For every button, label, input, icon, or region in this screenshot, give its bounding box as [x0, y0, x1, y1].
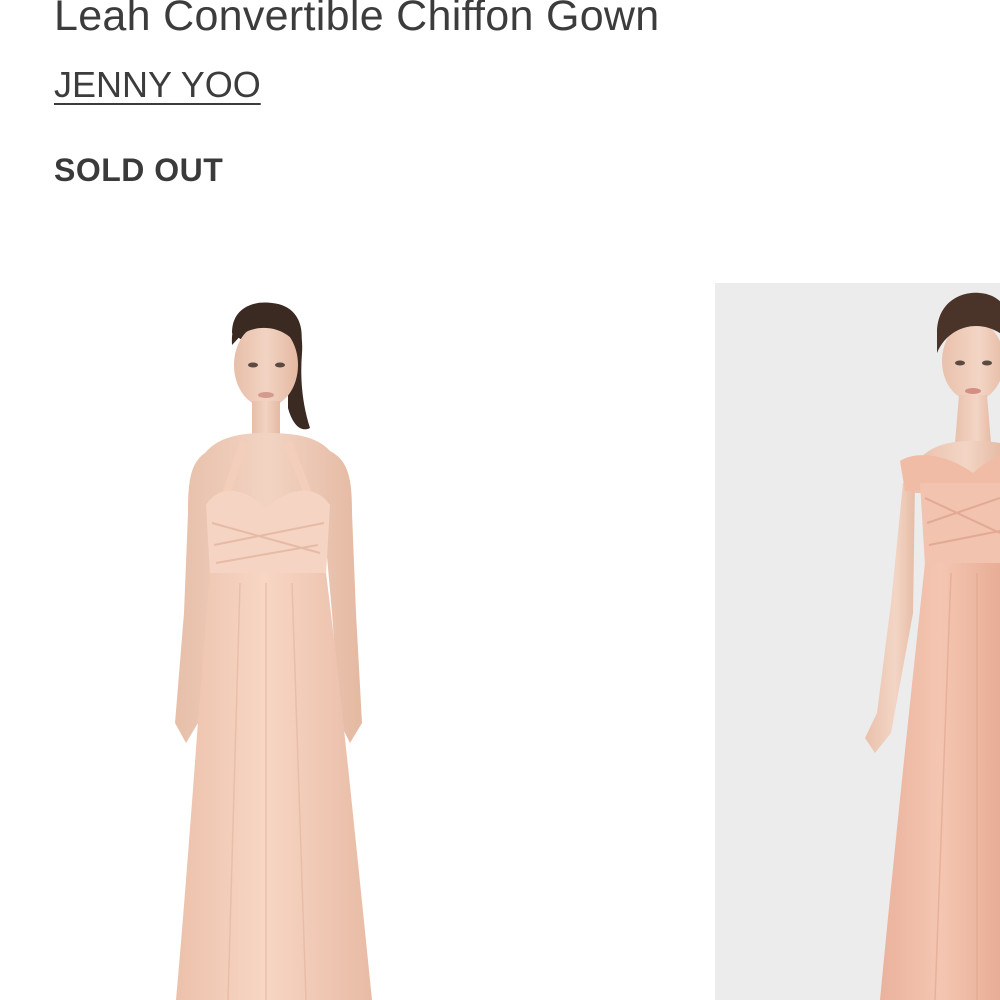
model-off-shoulder-gown-image: [865, 292, 1000, 1000]
brand-link[interactable]: JENNY YOO: [54, 63, 261, 107]
product-image-gallery: [0, 283, 1000, 1000]
product-title: Leah Convertible Chiffon Gown: [54, 0, 660, 40]
model-halter-gown-image: [175, 302, 372, 1000]
product-image-1[interactable]: [0, 283, 546, 1000]
sold-out-label: SOLD OUT: [54, 152, 224, 188]
product-image-2[interactable]: [715, 283, 1000, 1000]
